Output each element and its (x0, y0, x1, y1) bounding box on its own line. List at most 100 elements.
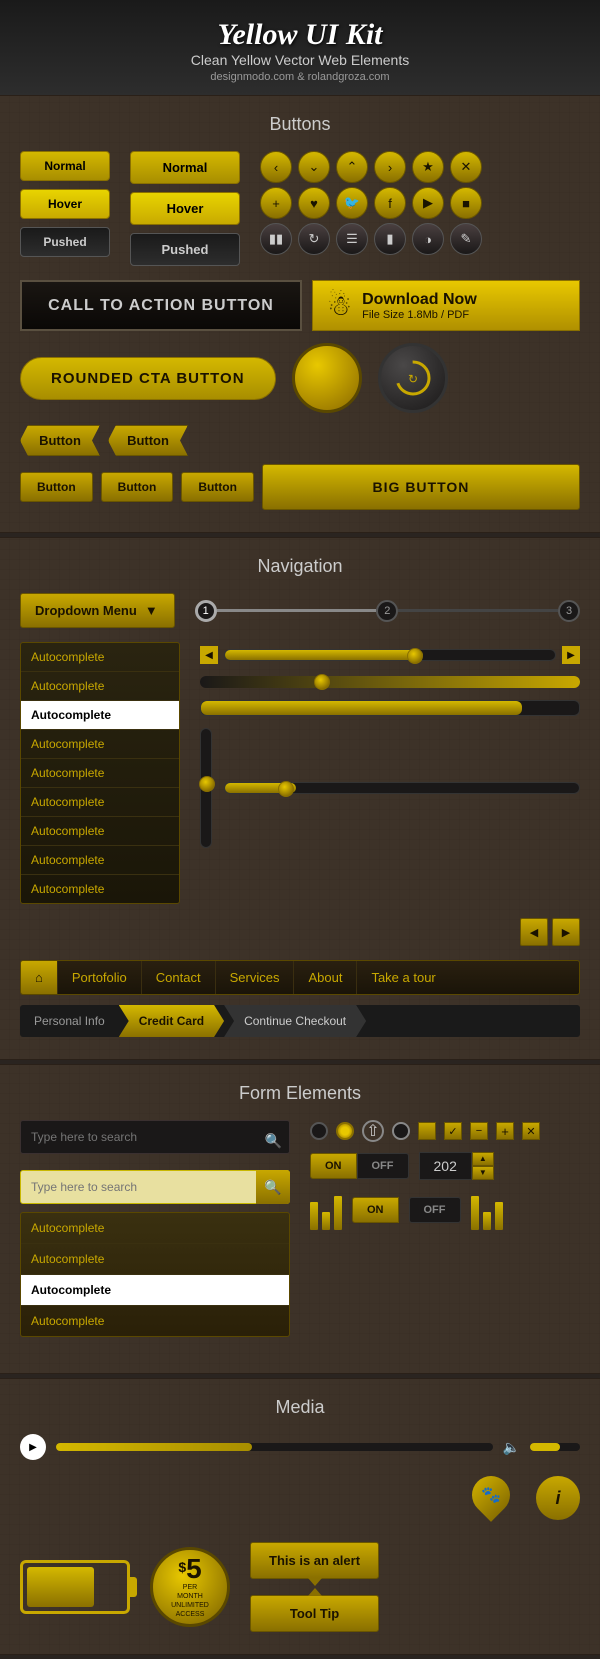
star-icon[interactable]: ★ (412, 151, 444, 183)
form-auto-0[interactable]: Autocomplete (21, 1213, 289, 1244)
toggle-off-button[interactable]: OFF (357, 1153, 409, 1179)
radio-yellow[interactable] (336, 1122, 354, 1140)
facebook-icon[interactable]: f (374, 187, 406, 219)
form-auto-1[interactable]: Autocomplete (21, 1244, 289, 1275)
slider-1-track[interactable] (224, 649, 556, 661)
next-button[interactable]: ▶ (552, 918, 580, 946)
auto-item-4[interactable]: Autocomplete (21, 759, 179, 788)
tooltip-button[interactable]: Tool Tip (250, 1595, 379, 1632)
vertical-slider[interactable] (200, 728, 212, 848)
hover-button-2[interactable]: Hover (130, 192, 240, 225)
refresh-icon[interactable]: ↻ (298, 223, 330, 255)
auto-item-1[interactable]: Autocomplete (21, 672, 179, 701)
info-icon[interactable]: i (536, 1476, 580, 1520)
chevron-down-icon[interactable]: ⌄ (298, 151, 330, 183)
slider-right-arrow[interactable]: ▶ (562, 646, 580, 664)
chevron-left-icon[interactable]: ‹ (260, 151, 292, 183)
chevron-right-icon[interactable]: › (374, 151, 406, 183)
search-input-1[interactable] (20, 1120, 290, 1154)
step-1[interactable]: 1 (195, 600, 217, 622)
checkbox-x[interactable]: ✕ (522, 1122, 540, 1140)
slider-2-thumb[interactable] (314, 674, 330, 690)
download-button[interactable]: ☃ Download Now File Size 1.8Mb / PDF (312, 280, 580, 331)
alert-button[interactable]: This is an alert (250, 1542, 379, 1579)
battery-fill (27, 1567, 94, 1607)
normal-button-1[interactable]: Normal (20, 151, 110, 181)
small-button-1[interactable]: Button (20, 472, 93, 502)
auto-item-7[interactable]: Autocomplete (21, 846, 179, 875)
heart-icon[interactable]: ♥ (298, 187, 330, 219)
nav-portofolio[interactable]: Portofolio (58, 961, 142, 994)
num-down[interactable]: ▼ (472, 1166, 494, 1180)
step-3[interactable]: 3 (558, 600, 580, 622)
slider-1-thumb[interactable] (407, 648, 423, 664)
edit-icon[interactable]: ✎ (450, 223, 482, 255)
contrast-icon[interactable]: ◑ (412, 223, 444, 255)
form-auto-2-selected[interactable]: Autocomplete (21, 1275, 289, 1306)
play-icon[interactable]: ▶ (412, 187, 444, 219)
toggle-off-2[interactable]: OFF (409, 1197, 461, 1223)
close-icon[interactable]: ✕ (450, 151, 482, 183)
toggle-on-button[interactable]: ON (310, 1153, 357, 1179)
small-button-3[interactable]: Button (181, 472, 254, 502)
checkbox-minus[interactable]: − (470, 1122, 488, 1140)
auto-item-2-selected[interactable]: Autocomplete (21, 701, 179, 730)
radio-up-arrow[interactable]: ⇧ (362, 1120, 384, 1142)
dropdown-button[interactable]: Dropdown Menu ▼ (20, 593, 175, 628)
radio-outline[interactable] (392, 1122, 410, 1140)
chevron-up-icon[interactable]: ⌃ (336, 151, 368, 183)
pause-icon[interactable]: ▮▮ (260, 223, 292, 255)
small-button-2[interactable]: Button (101, 472, 174, 502)
checkbox-checked[interactable]: ✓ (444, 1122, 462, 1140)
twitter-icon[interactable]: 🐦 (336, 187, 368, 219)
checkbox-square[interactable] (418, 1122, 436, 1140)
num-up[interactable]: ▲ (472, 1152, 494, 1166)
bc-personal-info[interactable]: Personal Info (20, 1005, 119, 1037)
cta-button[interactable]: CALL TO ACTION BUTTON (20, 280, 302, 331)
pushed-button-1[interactable]: Pushed (20, 227, 110, 257)
play-button[interactable]: ▶ (20, 1434, 46, 1460)
plus-icon[interactable]: + (260, 187, 292, 219)
slider-4-track[interactable] (224, 782, 580, 794)
menu-icon[interactable]: ☰ (336, 223, 368, 255)
stop-icon[interactable]: ■ (450, 187, 482, 219)
toggle-on-2[interactable]: ON (352, 1197, 399, 1223)
form-auto-3[interactable]: Autocomplete (21, 1306, 289, 1336)
slider-3-track[interactable] (200, 700, 580, 716)
volume-track[interactable] (530, 1443, 580, 1451)
progress-track[interactable] (56, 1443, 493, 1451)
normal-button-2[interactable]: Normal (130, 151, 240, 184)
chart-icon[interactable]: ▮ (374, 223, 406, 255)
bc-continue-checkout[interactable]: Continue Checkout (224, 1005, 366, 1037)
auto-item-3[interactable]: Autocomplete (21, 730, 179, 759)
yellow-knob[interactable] (292, 343, 362, 413)
slider-2-track[interactable] (200, 676, 580, 688)
nav-home[interactable]: ⌂ (21, 961, 58, 994)
vertical-thumb[interactable] (199, 776, 215, 792)
radio-filled[interactable] (310, 1122, 328, 1140)
pushed-button-2[interactable]: Pushed (130, 233, 240, 266)
dark-knob[interactable]: ↻ (378, 343, 448, 413)
arrow-button-2[interactable]: Button (108, 425, 188, 456)
location-icon[interactable]: 🐾 (464, 1468, 518, 1522)
arrow-button-1[interactable]: Button (20, 425, 100, 456)
auto-item-6[interactable]: Autocomplete (21, 817, 179, 846)
step-2[interactable]: 2 (376, 600, 398, 622)
auto-item-0[interactable]: Autocomplete (21, 643, 179, 672)
nav-services[interactable]: Services (216, 961, 295, 994)
big-button[interactable]: BIG BUTTON (262, 464, 580, 510)
auto-item-5[interactable]: Autocomplete (21, 788, 179, 817)
slider-4-thumb[interactable] (278, 781, 294, 797)
checkbox-plus[interactable]: + (496, 1122, 514, 1140)
search-input-2[interactable] (20, 1170, 290, 1204)
prev-button[interactable]: ◀ (520, 918, 548, 946)
rounded-cta-button[interactable]: ROUNDED CTA BUTTON (20, 357, 276, 400)
bc-credit-card[interactable]: Credit Card (119, 1005, 224, 1037)
nav-contact[interactable]: Contact (142, 961, 216, 994)
nav-about[interactable]: About (294, 961, 357, 994)
nav-take-tour[interactable]: Take a tour (357, 961, 449, 994)
auto-item-8[interactable]: Autocomplete (21, 875, 179, 903)
hover-button-1[interactable]: Hover (20, 189, 110, 219)
search-button-2[interactable]: 🔍 (256, 1170, 290, 1204)
slider-left-arrow[interactable]: ◀ (200, 646, 218, 664)
